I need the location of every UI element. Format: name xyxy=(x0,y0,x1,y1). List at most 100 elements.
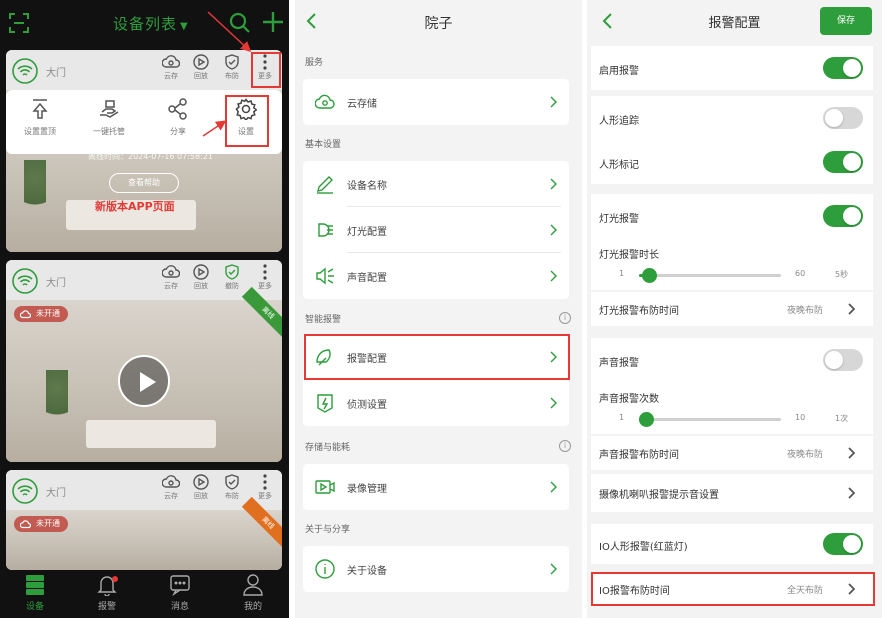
nav-item-me[interactable]: 我的 xyxy=(228,574,278,612)
chevron-right-icon xyxy=(550,397,557,409)
annotation-arrows xyxy=(202,11,252,137)
toggle-knob xyxy=(825,351,843,369)
light-duration-slider[interactable] xyxy=(639,268,781,283)
row-sound-schedule[interactable]: 声音报警布防时间 夜晚布防 xyxy=(591,436,873,470)
row-sound-count: 声音报警次数 1 10 1次 xyxy=(591,382,873,434)
more-icon xyxy=(263,474,267,490)
row-value: 夜晚布防 xyxy=(786,306,823,316)
row-label: 关于设备 xyxy=(347,566,387,577)
row-label: 人形追踪 xyxy=(599,116,639,127)
human-mark-toggle[interactable] xyxy=(823,151,863,173)
row-label: 灯光报警 xyxy=(599,214,639,225)
settings-row-device-name[interactable]: 设备名称 xyxy=(303,161,569,207)
io-human-alarm-toggle[interactable] xyxy=(823,533,863,555)
settings-row-detect-settings[interactable]: 侦测设置 xyxy=(303,380,569,426)
light-alarm-toggle[interactable] xyxy=(823,205,863,227)
toggle-knob xyxy=(843,535,861,553)
chevron-right-icon xyxy=(848,303,855,315)
row-label: 声音报警次数 xyxy=(599,394,659,405)
alarm-config-header: 报警配置 保存 xyxy=(587,0,882,44)
light-icon xyxy=(318,223,333,237)
settings-row-about-device[interactable]: 关于设备 xyxy=(303,546,569,592)
chevron-right-icon xyxy=(550,270,557,282)
settings-row-sound-config[interactable]: 声音配置 xyxy=(303,253,569,299)
info-icon xyxy=(315,559,335,579)
help-button[interactable]: 查看帮助 xyxy=(109,173,179,193)
row-light-schedule[interactable]: 灯光报警布防时间 夜晚布防 xyxy=(591,292,873,326)
section-title: 存储与能耗 xyxy=(305,443,351,453)
settings-row-cloud-storage[interactable]: 云存储 xyxy=(303,79,569,125)
camera-preview[interactable]: 未开通 离线 xyxy=(6,286,282,462)
settings-row-video-record[interactable]: 录像管理 xyxy=(303,464,569,510)
section-title: 服务 xyxy=(305,58,324,68)
info-icon[interactable]: i xyxy=(559,440,571,452)
slider-max: 10 xyxy=(795,413,806,422)
annotation-arrow xyxy=(202,120,227,137)
watermark-text: 新版本APP页面 xyxy=(95,200,175,213)
row-label: 声音报警 xyxy=(599,358,639,369)
toggle-knob xyxy=(825,109,843,127)
button-label: 回放 xyxy=(194,492,208,500)
row-camera-speaker[interactable]: 摄像机喇叭报警提示音设置 xyxy=(591,474,873,512)
row-label: 启用报警 xyxy=(599,66,639,77)
status-text: 未开通 xyxy=(36,519,60,528)
wifi-icon xyxy=(12,268,38,294)
nav-label: 我的 xyxy=(243,602,262,612)
highlight-box xyxy=(304,334,570,380)
sound-count-slider[interactable] xyxy=(639,412,781,427)
chevron-right-icon xyxy=(550,481,557,493)
user-icon xyxy=(243,574,263,596)
nav-item-alarm[interactable]: 报警 xyxy=(82,574,132,612)
alarm-enable-toggle[interactable] xyxy=(823,57,863,79)
slider-min: 1 xyxy=(619,269,625,278)
row-human-mark: 人形标记 xyxy=(591,140,873,184)
slider-value: 1次 xyxy=(835,414,849,423)
device-card[interactable]: 大门 云存 回放 撤防 更多 未开通 离线 xyxy=(6,260,282,462)
human-track-toggle[interactable] xyxy=(823,107,863,129)
more-icon xyxy=(263,264,267,280)
row-label: 侦测设置 xyxy=(347,400,387,411)
row-value: 夜晚布防 xyxy=(786,450,823,460)
cloud-button[interactable]: 云存 xyxy=(158,474,184,508)
playback-icon xyxy=(193,474,209,490)
save-button[interactable]: 保存 xyxy=(820,7,872,35)
chevron-right-icon xyxy=(550,178,557,190)
row-light-duration: 灯光报警时长 1 60 5秒 xyxy=(591,238,873,290)
camera-preview[interactable]: 未开通 离线 xyxy=(6,496,282,570)
slider-thumb[interactable] xyxy=(642,268,657,283)
arm-button[interactable]: 布防 xyxy=(219,474,245,508)
row-label: 声音配置 xyxy=(347,273,387,284)
cloud-icon xyxy=(20,310,31,319)
row-label: 设备名称 xyxy=(347,181,387,192)
cloud-storage-icon xyxy=(315,94,335,109)
playback-icon xyxy=(193,264,209,280)
bottom-nav: 设备 报警 消息 我的 xyxy=(0,570,289,618)
row-sound-alarm: 声音报警 xyxy=(591,338,873,382)
button-label: 更多 xyxy=(258,492,272,500)
settings-group: 录像管理 xyxy=(303,464,569,510)
video-record-icon xyxy=(315,480,335,494)
slider-max: 60 xyxy=(795,269,806,278)
settings-row-light-config[interactable]: 灯光配置 xyxy=(303,207,569,253)
info-icon[interactable]: i xyxy=(559,312,571,324)
notification-dot xyxy=(112,576,118,582)
toggle-knob xyxy=(843,207,861,225)
nav-item-devices[interactable]: 设备 xyxy=(10,574,60,612)
toggle-knob xyxy=(843,153,861,171)
nav-label: 报警 xyxy=(97,602,116,612)
button-label: 撤防 xyxy=(225,282,239,290)
device-settings-screen: 院子 服务 云存储 基本设置 设备名称 灯光配置 声音配置 智能报警 i 报警配… xyxy=(295,0,582,618)
device-card[interactable]: 大门 云存 回放 布防 更多 未开通 离线 xyxy=(6,470,282,570)
device-card-bar: 大门 云存 回放 撤防 更多 xyxy=(6,260,282,300)
playback-button[interactable]: 回放 xyxy=(188,474,214,508)
status-text: 未开通 xyxy=(36,309,60,318)
play-button[interactable] xyxy=(118,355,170,407)
alarm-config-screen: 报警配置 保存 启用报警 人形追踪 人形标记 灯光报警 灯光报警时长 1 60 … xyxy=(587,0,882,618)
playback-button[interactable]: 回放 xyxy=(188,264,214,298)
slider-thumb[interactable] xyxy=(639,412,654,427)
sound-alarm-toggle[interactable] xyxy=(823,349,863,371)
settings-group: 云存储 xyxy=(303,79,569,125)
nav-item-messages[interactable]: 消息 xyxy=(155,574,205,612)
cloud-button[interactable]: 云存 xyxy=(158,264,184,298)
disarm-button[interactable]: 撤防 xyxy=(219,264,245,298)
